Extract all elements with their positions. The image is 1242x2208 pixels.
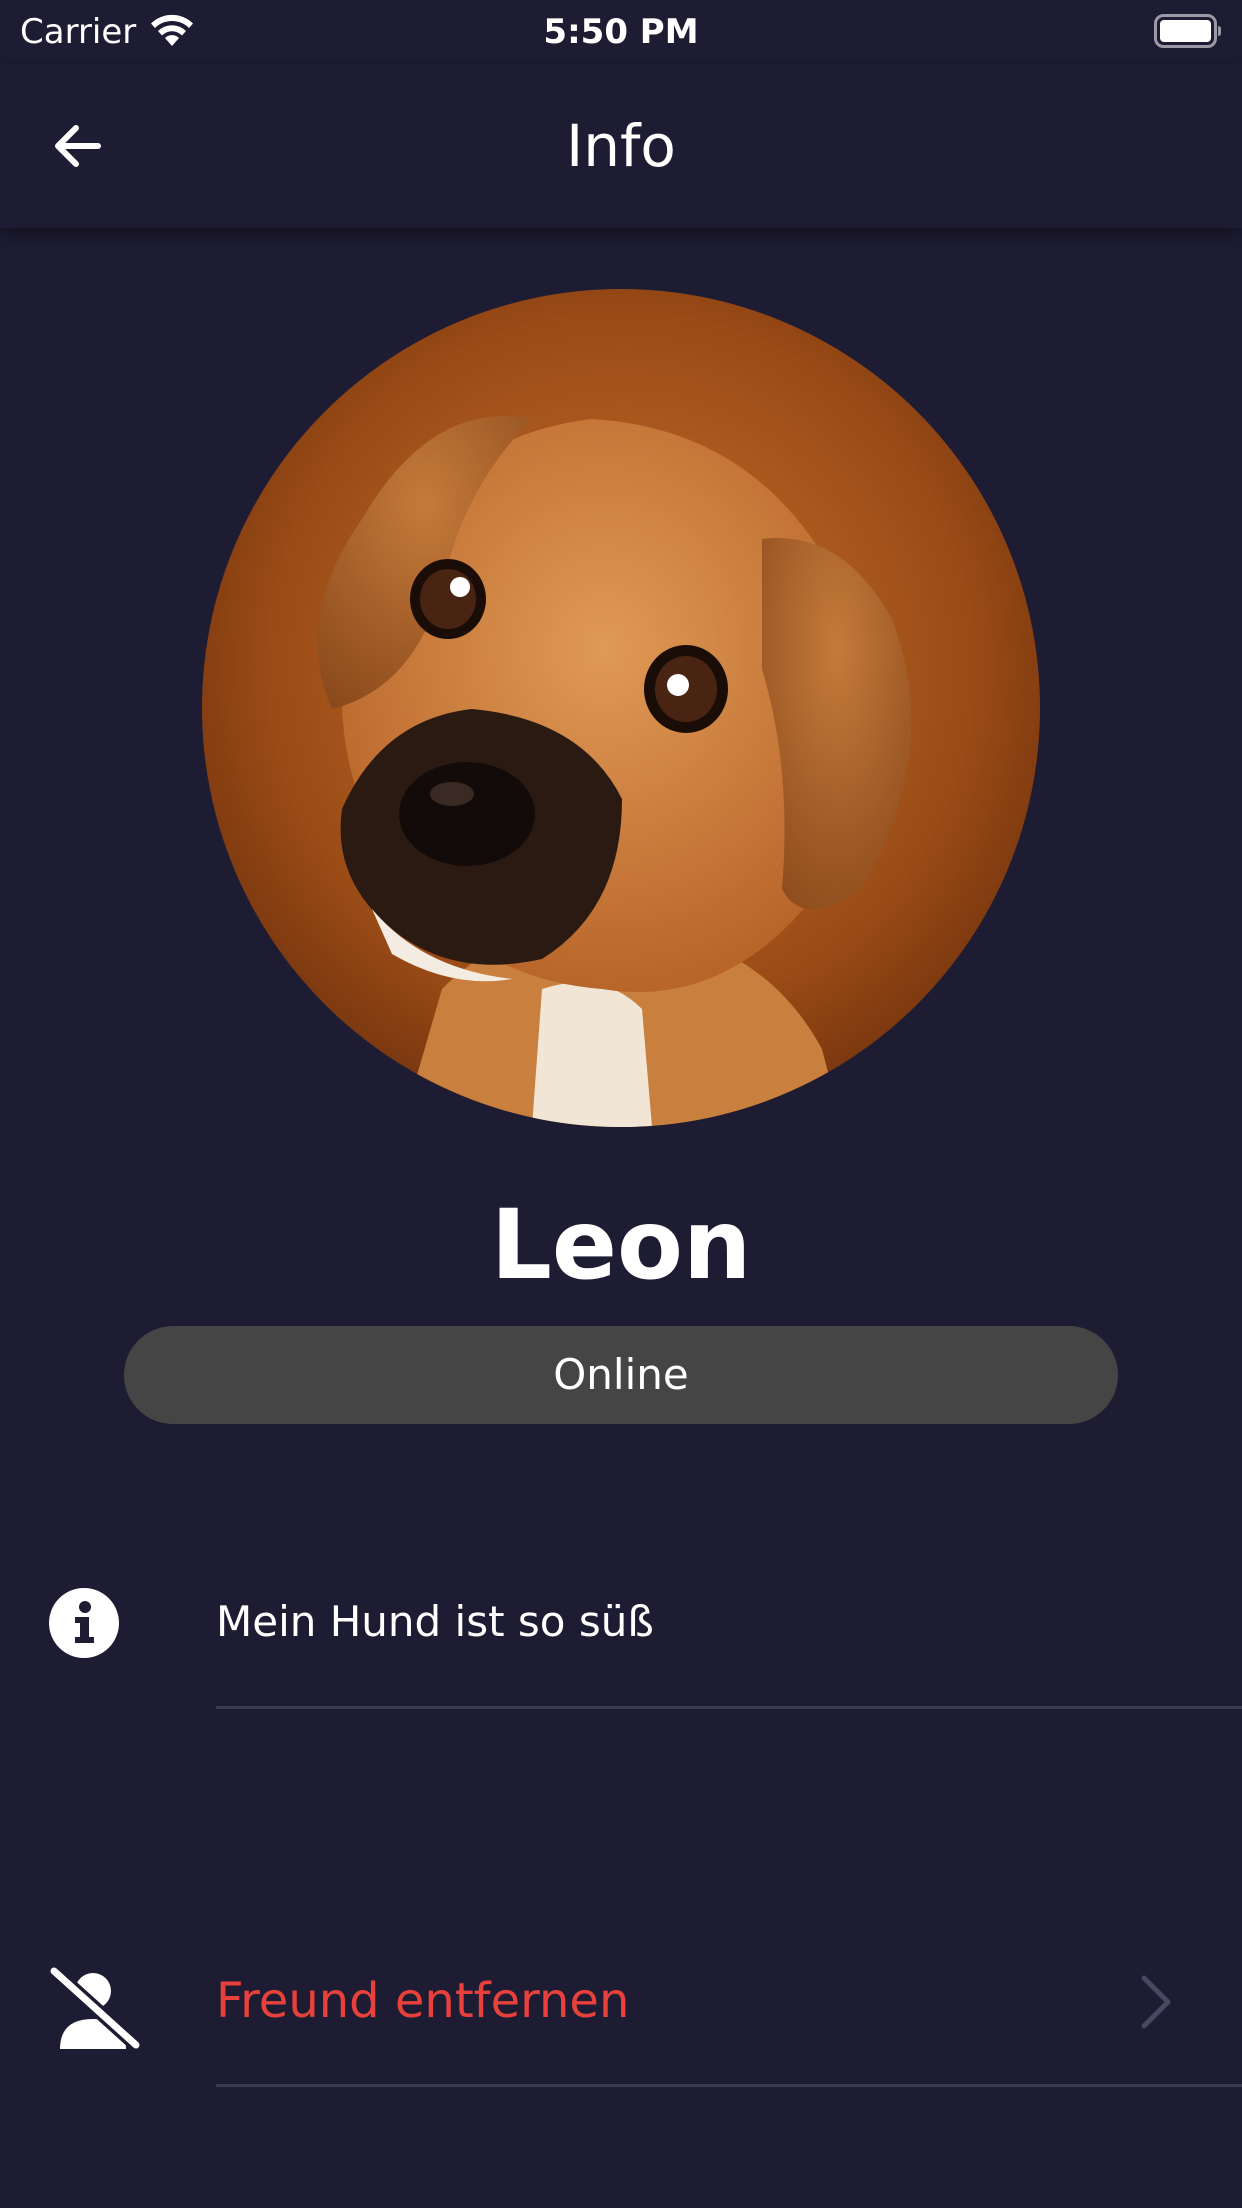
profile-name: Leon	[490, 1189, 752, 1301]
profile-avatar	[202, 289, 1040, 1127]
status-bar: Carrier 5:50 PM	[0, 0, 1242, 64]
navigation-bar: Info	[0, 64, 1242, 228]
divider	[216, 2084, 1242, 2087]
page-title: Info	[566, 112, 676, 180]
clock: 5:50 PM	[543, 12, 699, 52]
chevron-right-icon	[1141, 1975, 1171, 2029]
about-text: Mein Hund ist so süß	[216, 1597, 654, 1646]
remove-friend-row[interactable]: Freund entfernen	[0, 1938, 1242, 2087]
dog-photo-avatar	[202, 289, 1040, 1127]
battery-icon	[1154, 14, 1221, 48]
person-off-icon	[48, 1964, 142, 2052]
remove-friend-label: Freund entfernen	[216, 1973, 630, 2029]
status-badge: Online	[124, 1326, 1118, 1424]
about-row: Mein Hund ist so süß	[0, 1560, 1242, 1709]
divider	[216, 1706, 1242, 1709]
info-icon	[49, 1588, 119, 1658]
